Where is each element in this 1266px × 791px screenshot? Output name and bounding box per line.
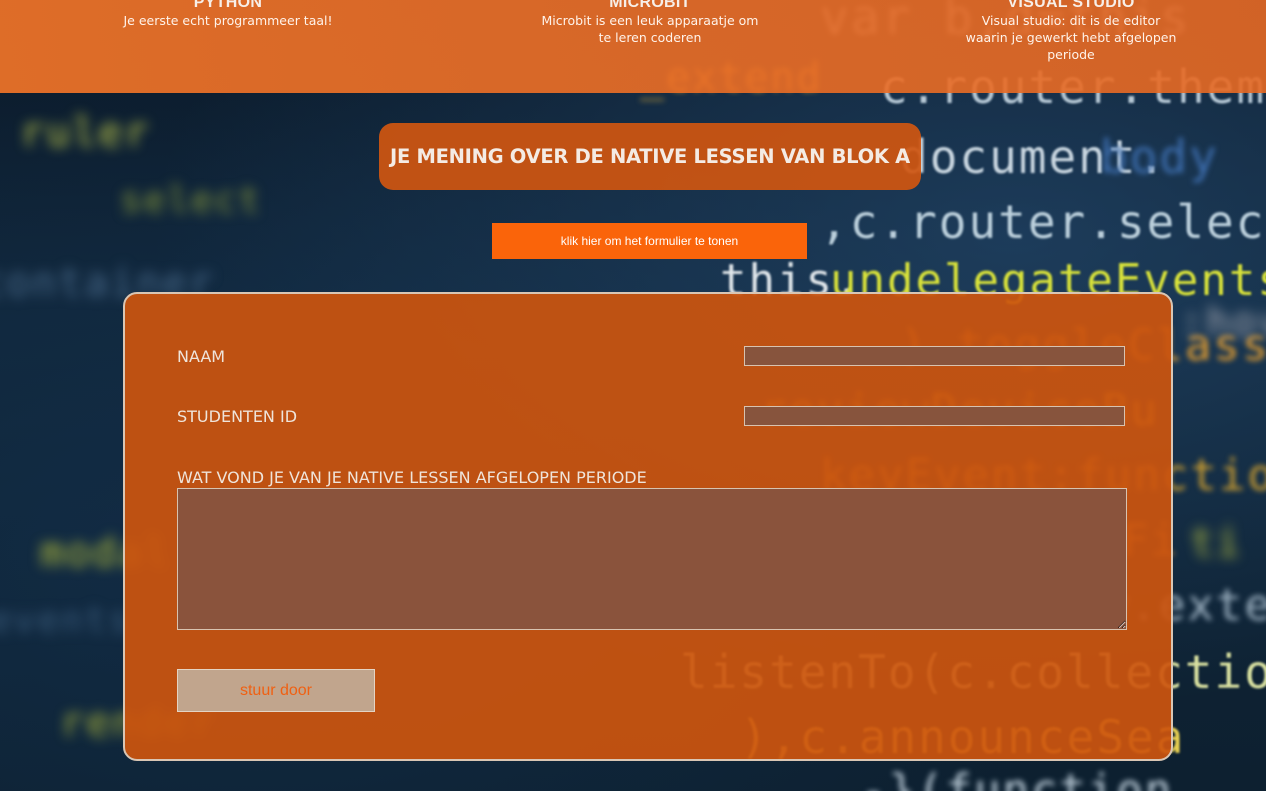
opinion-label: WAT VOND JE VAN JE NATIVE LESSEN AFGELOP… (177, 468, 647, 487)
page-title: JE MENING OVER DE NATIVE LESSEN VAN BLOK… (379, 123, 921, 190)
nav-item-description: Je eerste echt programmeer taal! (123, 13, 333, 28)
nav-item-microbit[interactable]: MICROBIT Microbit is een leuk apparaatje… (540, 0, 760, 46)
nav-item-title[interactable]: VISUAL STUDIO (960, 0, 1182, 12)
student-id-input[interactable] (744, 406, 1125, 426)
nav-item-python[interactable]: PYTHON Je eerste echt programmeer taal! (108, 0, 348, 29)
show-form-button[interactable]: klik hier om het formulier te tonen (492, 223, 807, 259)
nav-item-title[interactable]: MICROBIT (540, 0, 760, 12)
top-nav-bar: PYTHON Je eerste echt programmeer taal! … (0, 0, 1266, 93)
submit-button[interactable]: stuur door (177, 669, 375, 712)
student-id-label: STUDENTEN ID (177, 407, 298, 426)
nav-item-description: Visual studio: dit is de editor waarin j… (965, 13, 1177, 62)
name-label: NAAM (177, 347, 226, 366)
name-input[interactable] (744, 346, 1125, 366)
feedback-form: NAAM STUDENTEN ID WAT VOND JE VAN JE NAT… (123, 292, 1173, 761)
nav-item-description: Microbit is een leuk apparaatje om te le… (541, 13, 759, 45)
opinion-textarea[interactable] (177, 488, 1127, 630)
nav-item-visual-studio[interactable]: VISUAL STUDIO Visual studio: dit is de e… (960, 0, 1182, 63)
nav-item-title[interactable]: PYTHON (108, 0, 348, 12)
